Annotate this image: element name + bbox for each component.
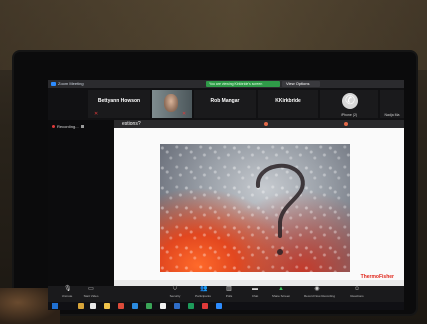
polls-button[interactable]: ▥ Polls: [216, 286, 242, 298]
record-icon: ◉: [314, 286, 320, 292]
toolbar-label: Start Video: [83, 294, 99, 298]
share-icon: ▲: [278, 286, 284, 292]
record-button[interactable]: ◉ Record Now Recording: [304, 286, 336, 298]
smile-icon: ☺: [354, 286, 361, 292]
left-panel: Recording...: [48, 120, 114, 286]
people-icon: 👥: [200, 286, 208, 292]
toolbar-label: Record Now Recording: [304, 294, 336, 298]
participant-tile[interactable]: Bettyann Howson ✕: [88, 90, 150, 118]
toolbar-label: Unmute: [61, 294, 73, 298]
recording-label: Recording...: [57, 124, 79, 129]
window-title: Zoom Meeting: [58, 81, 84, 86]
shared-slide: ThermoFisher: [114, 128, 404, 286]
mic-icon: 🎙: [64, 286, 72, 292]
participant-tile[interactable]: Nadja Ma: [380, 90, 404, 118]
start-video-button[interactable]: ▭ Start Video: [78, 286, 104, 298]
phone-icon: [342, 93, 358, 109]
meeting-toolbar: 🎙 Unmute ▭ Start Video ⛉ Security 👥 Part…: [48, 286, 404, 302]
mic-muted-icon: ✕: [94, 111, 99, 117]
participant-name: Rob Mangar: [210, 98, 240, 104]
windows-start-icon[interactable]: [52, 303, 58, 309]
title-bar: Zoom Meeting You are viewing Kirkbride's…: [48, 80, 404, 88]
participant-video-tile[interactable]: ✕: [152, 90, 192, 118]
participant-name: iPhone (2): [340, 113, 358, 117]
shield-icon: ⛉: [172, 286, 178, 292]
mic-muted-icon: ✕: [182, 111, 187, 117]
file-explorer-icon[interactable]: [78, 303, 84, 309]
view-options-button[interactable]: View Options: [282, 81, 320, 87]
participant-name: KKirkbride: [275, 98, 301, 104]
reactions-button[interactable]: ☺ Reactions: [344, 286, 370, 298]
security-button[interactable]: ⛉ Security: [162, 286, 188, 298]
zoom-app-icon: [51, 82, 56, 86]
view-options-label: View Options: [286, 81, 310, 86]
camera-icon: ▭: [88, 286, 94, 292]
app-icon[interactable]: [118, 303, 124, 309]
toolbar-label: Reactions: [350, 294, 364, 298]
share-screen-button[interactable]: ▲ Share Screen: [268, 286, 294, 298]
unmute-button[interactable]: 🎙 Unmute: [54, 286, 80, 298]
participant-phone-tile[interactable]: iPhone (2): [320, 90, 378, 118]
shared-slide-title: estions?: [122, 121, 141, 127]
participant-name: Bettyann Howson: [97, 98, 141, 104]
record-icon: [52, 125, 55, 128]
question-mark-photo: [160, 144, 350, 272]
toolbar-label: Chat: [251, 294, 259, 298]
app-icon[interactable]: [104, 303, 110, 309]
participant-tile[interactable]: KKirkbride: [258, 90, 318, 118]
toolbar-label: Participants: [195, 294, 211, 298]
participant-video: [164, 94, 178, 112]
app-icon[interactable]: [132, 303, 138, 309]
windows-taskbar: [48, 302, 404, 310]
chat-icon: ▬: [252, 286, 258, 292]
participants-button[interactable]: 👥 Participants: [190, 286, 216, 298]
question-mark-drawing: [256, 163, 305, 255]
annotation-icon[interactable]: [264, 122, 268, 126]
poll-icon: ▥: [226, 286, 232, 292]
viewing-share-text: You are viewing Kirkbride's screen: [209, 82, 263, 86]
toolbar-label: Polls: [225, 294, 233, 298]
recording-indicator[interactable]: Recording...: [52, 124, 84, 129]
app-icon[interactable]: [188, 303, 194, 309]
participant-tile[interactable]: Rob Mangar: [194, 90, 256, 118]
app-icon[interactable]: [160, 303, 166, 309]
app-icon[interactable]: [202, 303, 208, 309]
chat-button[interactable]: ▬ Chat: [242, 286, 268, 298]
toolbar-label: Security: [169, 294, 181, 298]
pause-icon[interactable]: [80, 125, 84, 128]
participant-name: Nadja Ma: [384, 113, 400, 117]
participant-strip: Bettyann Howson ✕ ✕ Rob Mangar KKirkbrid…: [48, 88, 404, 120]
app-icon[interactable]: [174, 303, 180, 309]
zoom-taskbar-icon[interactable]: [216, 303, 222, 309]
viewing-share-banner: You are viewing Kirkbride's screen: [206, 81, 280, 87]
toolbar-label: Share Screen: [271, 294, 291, 298]
zoom-window: Zoom Meeting You are viewing Kirkbride's…: [48, 80, 404, 302]
app-icon[interactable]: [90, 303, 96, 309]
annotation-icon[interactable]: [344, 122, 348, 126]
app-icon[interactable]: [146, 303, 152, 309]
shared-content-bar: estions?: [114, 120, 404, 128]
